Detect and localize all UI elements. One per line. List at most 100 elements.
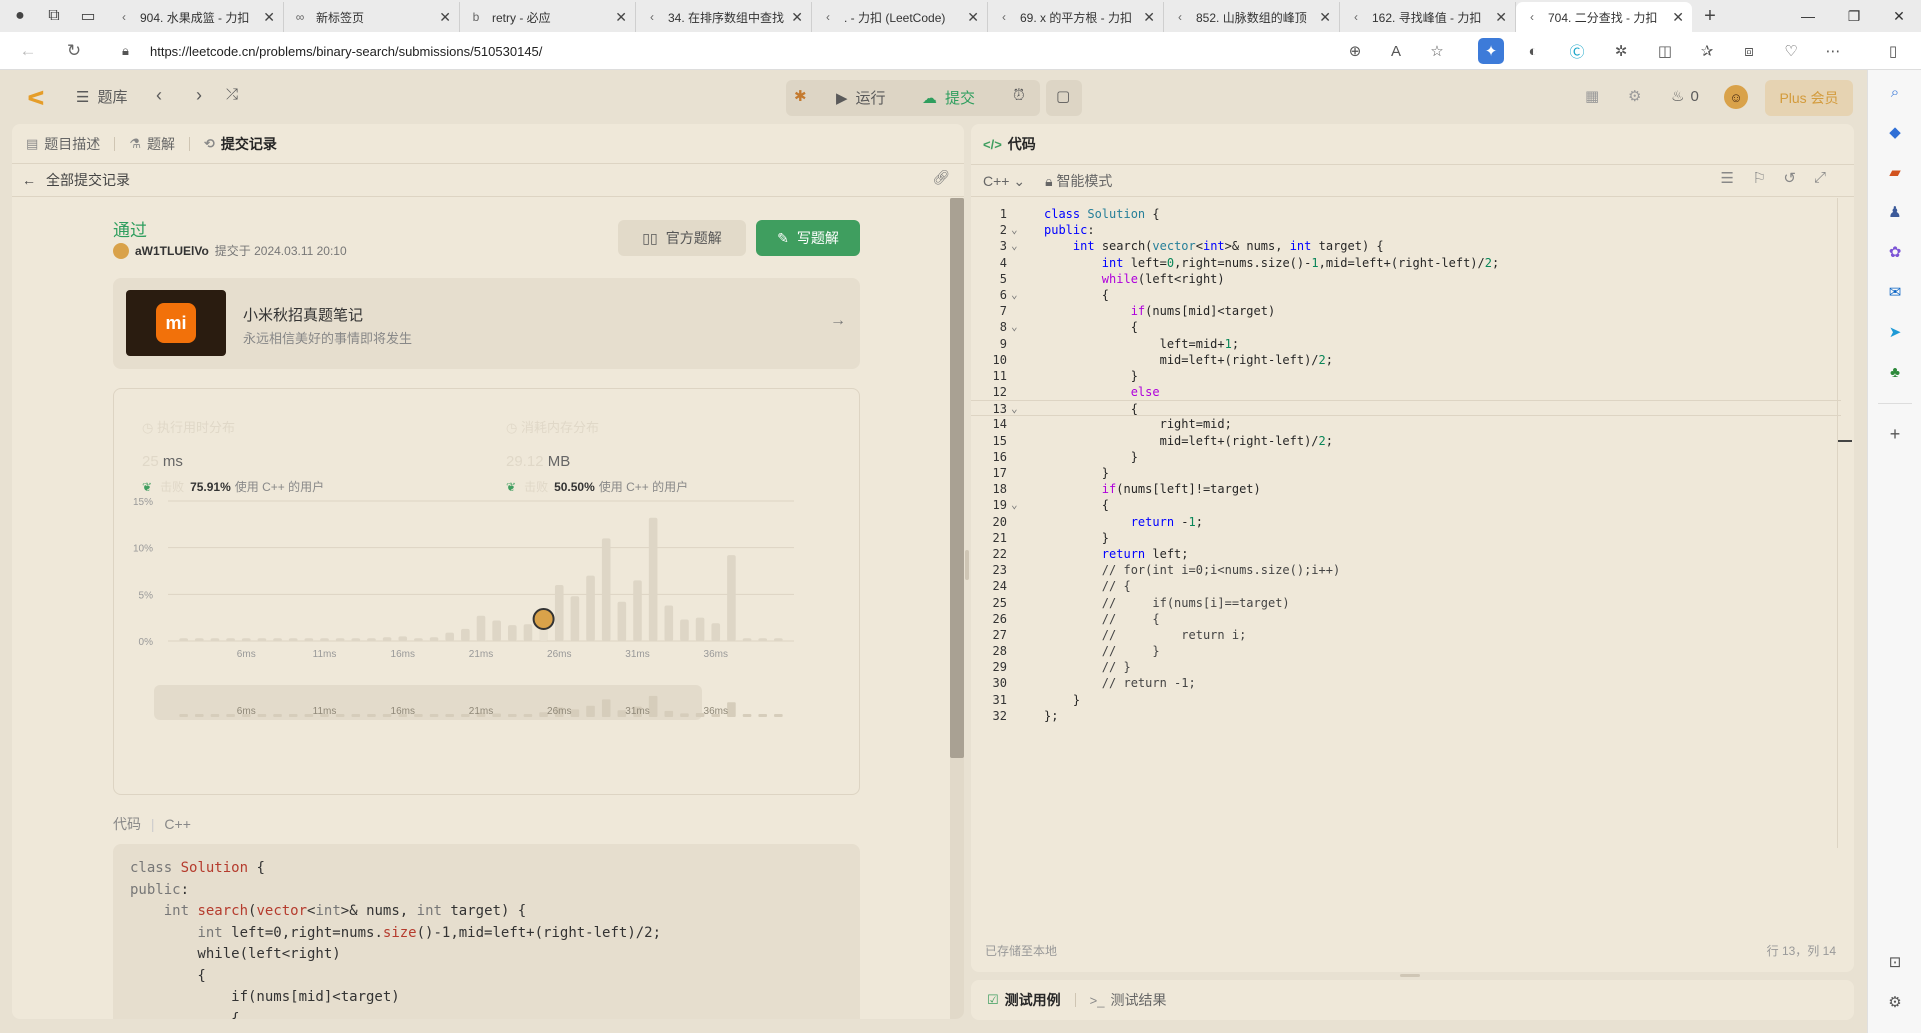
link-icon[interactable]: 🔗︎ <box>932 169 950 186</box>
editor-line[interactable]: 15 mid=left+(right-left)/2; <box>971 433 1841 449</box>
close-tab-icon[interactable]: ✕ <box>967 9 979 26</box>
fold-chevron-icon[interactable]: ⌄ <box>1011 287 1018 303</box>
extensions-icon[interactable]: ✲ <box>1608 38 1634 64</box>
reset-icon[interactable]: ↺ <box>1783 169 1796 187</box>
editor-line[interactable]: 25 // if(nums[i]==target) <box>971 595 1841 611</box>
bookmark-icon[interactable]: ⚐ <box>1753 169 1766 187</box>
alarm-clock-icon[interactable]: ⏰︎ <box>1013 87 1025 104</box>
editor-line[interactable]: 21 } <box>971 530 1841 546</box>
author-name[interactable]: aW1TLUElVo <box>135 244 209 258</box>
editor-line[interactable]: 22 return left; <box>971 546 1841 562</box>
editor-line[interactable]: 5 while(left<right) <box>971 271 1841 287</box>
user-avatar[interactable]: ☺ <box>1724 85 1748 109</box>
editor-line[interactable]: 28 // } <box>971 643 1841 659</box>
copilot-icon[interactable]: ✿ <box>1883 240 1907 264</box>
tab-description[interactable]: ▤ 题目描述 <box>26 134 100 154</box>
editor-line[interactable]: 11 } <box>971 368 1841 384</box>
browser-tab[interactable]: ‹ 162. 寻找峰值 - 力扣 ✕ <box>1340 2 1516 32</box>
layout-grid-icon[interactable]: ▦ <box>1585 87 1599 105</box>
submit-button[interactable]: ☁ 提交 <box>922 87 975 108</box>
tab-test-result[interactable]: >_ 测试结果 <box>1090 990 1167 1010</box>
extension-c-icon[interactable]: Ⓒ <box>1564 38 1590 64</box>
refresh-icon[interactable]: ↻ <box>60 37 88 65</box>
more-menu-icon[interactable]: ⋯ <box>1820 38 1846 64</box>
fold-chevron-icon[interactable]: ⌄ <box>1011 319 1018 335</box>
toolbox-icon[interactable]: ▰ <box>1883 160 1907 184</box>
minimize-icon[interactable]: — <box>1785 0 1831 32</box>
sidebar-toggle-icon[interactable]: ▯ <box>1880 38 1906 64</box>
fullscreen-icon[interactable]: ⤢ <box>1814 169 1826 186</box>
browser-essentials-icon[interactable]: ♡ <box>1778 38 1804 64</box>
editor-scroll-track[interactable] <box>1837 198 1838 848</box>
back-icon[interactable]: ← <box>14 37 42 65</box>
browser-tab[interactable]: ‹ 34. 在排序数组中查找 ✕ <box>636 2 812 32</box>
browser-tab[interactable]: ‹ 904. 水果成篮 - 力扣 ✕ <box>108 2 284 32</box>
write-solution-button[interactable]: ✎ 写题解 <box>756 220 860 256</box>
zoom-icon[interactable]: ⊕ <box>1342 38 1368 64</box>
bottom-resize-handle[interactable] <box>1400 974 1420 977</box>
smart-mode-toggle[interactable]: 🔒︎ 智能模式 <box>1045 171 1112 191</box>
language-select[interactable]: C++ ⌄ <box>983 173 1025 190</box>
close-tab-icon[interactable]: ✕ <box>263 9 275 26</box>
editor-line[interactable]: 2 ⌄ public: <box>971 222 1841 238</box>
close-tab-icon[interactable]: ✕ <box>1143 9 1155 26</box>
read-aloud-icon[interactable]: A <box>1383 38 1409 64</box>
editor-line[interactable]: 19 ⌄ { <box>971 497 1841 513</box>
editor-line[interactable]: 18 if(nums[left]!=target) <box>971 481 1841 497</box>
tab-testcase[interactable]: ☑ 测试用例 <box>987 990 1061 1010</box>
editor-line[interactable]: 3 ⌄ int search(vector<int>& nums, int tar… <box>971 238 1841 254</box>
browser-tab[interactable]: ‹ . - 力扣 (LeetCode) ✕ <box>812 2 988 32</box>
editor-line[interactable]: 30 // return -1; <box>971 675 1841 691</box>
promo-card[interactable]: mi 小米秋招真题笔记 永远相信美好的事情即将发生 → <box>113 278 860 369</box>
note-icon[interactable]: ▢ <box>1056 87 1070 105</box>
extension-bird-icon[interactable]: ✦ <box>1478 38 1504 64</box>
leetcode-logo-icon[interactable]: ᐸ <box>24 86 48 110</box>
close-window-icon[interactable]: ✕ <box>1876 0 1921 32</box>
editor-line[interactable]: 8 ⌄ { <box>971 319 1841 335</box>
send-icon[interactable]: ➤ <box>1883 320 1907 344</box>
tree-icon[interactable]: ♣ <box>1883 360 1907 384</box>
problem-list-button[interactable]: ☰ 题库 <box>76 86 127 107</box>
streak-counter[interactable]: ♨ 0 <box>1671 87 1699 106</box>
random-problem-icon[interactable]: ⤮ <box>226 86 238 103</box>
editor-line[interactable]: 16 } <box>971 449 1841 465</box>
runtime-distribution-chart[interactable]: 15% 10% 5% 0% 6ms 11ms 16ms 21ms 26ms 31ms 36ms 6ms… <box>114 495 859 795</box>
debug-icon[interactable]: ✱ <box>794 87 807 105</box>
editor-line[interactable]: 7 if(nums[mid]<target) <box>971 303 1841 319</box>
extension-mask-icon[interactable]: ◐ <box>1520 38 1546 64</box>
prev-problem-icon[interactable]: ‹ <box>156 85 162 106</box>
panel-resize-handle[interactable] <box>965 550 969 580</box>
workspaces-icon[interactable]: ⧉ <box>40 2 68 30</box>
browser-tab[interactable]: ∞ 新标签页 ✕ <box>284 2 460 32</box>
editor-line[interactable]: 4 int left=0,right=nums.size()-1,mid=lef… <box>971 255 1841 271</box>
editor-line[interactable]: 9 left=mid+1; <box>971 336 1841 352</box>
tab-submissions[interactable]: ⟲ 提交记录 <box>204 134 277 154</box>
screenshot-icon[interactable]: ⊡ <box>1883 950 1907 974</box>
close-tab-icon[interactable]: ✕ <box>791 9 803 26</box>
shopping-tag-icon[interactable]: ◆ <box>1883 120 1907 144</box>
games-icon[interactable]: ♟ <box>1883 200 1907 224</box>
close-tab-icon[interactable]: ✕ <box>1495 9 1507 26</box>
restore-icon[interactable]: ❐ <box>1831 0 1877 32</box>
official-solution-button[interactable]: ▯▯ 官方题解 <box>618 220 746 256</box>
search-icon[interactable]: ⌕ <box>1883 80 1907 104</box>
close-tab-icon[interactable]: ✕ <box>1672 9 1684 26</box>
editor-line[interactable]: 27 // return i; <box>971 627 1841 643</box>
fold-chevron-icon[interactable]: ⌄ <box>1011 401 1018 417</box>
all-submissions-link[interactable]: ← 全部提交记录 <box>22 170 130 190</box>
editor-line[interactable]: 20 return -1; <box>971 514 1841 530</box>
tab-code[interactable]: </> 代码 <box>983 134 1036 154</box>
fold-chevron-icon[interactable]: ⌄ <box>1011 238 1018 254</box>
browser-tab[interactable]: b retry - 必应 ✕ <box>460 2 636 32</box>
next-problem-icon[interactable]: › <box>196 85 202 106</box>
fold-chevron-icon[interactable]: ⌄ <box>1011 222 1018 238</box>
editor-line[interactable]: 26 // { <box>971 611 1841 627</box>
editor-line[interactable]: 14 right=mid; <box>971 416 1841 432</box>
settings-icon[interactable]: ⚙ <box>1628 87 1641 105</box>
editor-line[interactable]: 6 ⌄ { <box>971 287 1841 303</box>
run-button[interactable]: ▶ 运行 <box>836 87 886 108</box>
editor-line[interactable]: 23 // for(int i=0;i<nums.size();i++) <box>971 562 1841 578</box>
collections-icon[interactable]: ⧈ <box>1736 38 1762 64</box>
editor-line[interactable]: 31 } <box>971 692 1841 708</box>
editor-line[interactable]: 12 else <box>971 384 1841 400</box>
